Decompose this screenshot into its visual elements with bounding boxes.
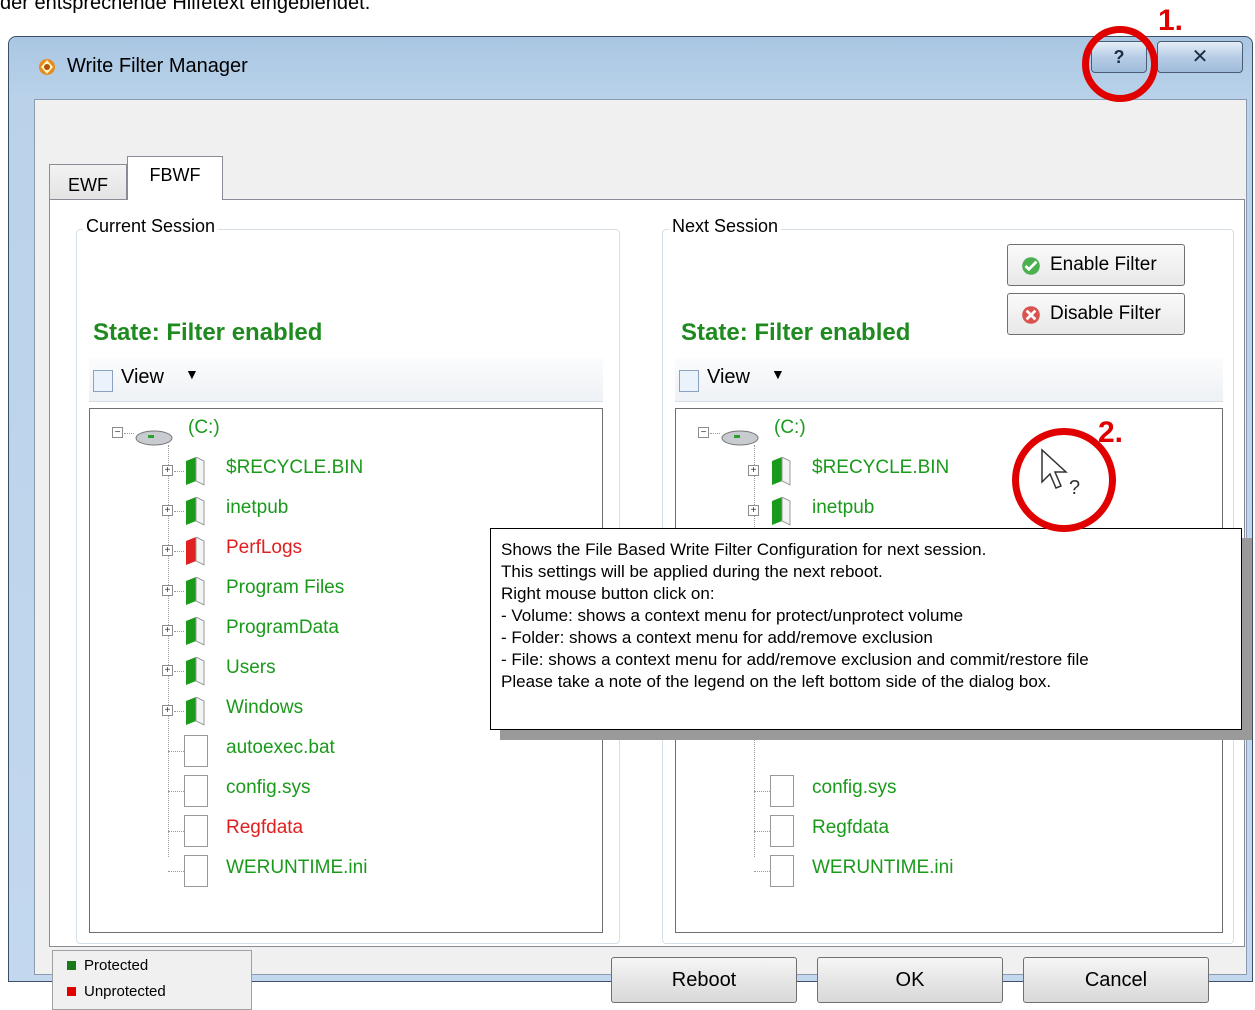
tree-item[interactable]: $RECYCLE.BIN	[226, 457, 363, 479]
app-icon	[39, 59, 55, 75]
file-icon	[184, 735, 208, 767]
tooltip-line: Shows the File Based Write Filter Config…	[501, 540, 987, 559]
legend-box: Protected Unprotected	[52, 950, 252, 1010]
expand-icon[interactable]: +	[162, 665, 173, 676]
tree-item[interactable]: config.sys	[812, 777, 896, 799]
svg-text:?: ?	[1069, 477, 1080, 498]
tree-item[interactable]: WERUNTIME.ini	[812, 857, 953, 879]
reboot-button[interactable]: Reboot	[611, 957, 797, 1003]
tree-item[interactable]: WERUNTIME.ini	[226, 857, 367, 879]
folder-icon	[186, 497, 205, 526]
file-icon	[184, 855, 208, 887]
enable-filter-button[interactable]: Enable Filter	[1007, 244, 1185, 286]
tree-item[interactable]: Regfdata	[226, 817, 303, 839]
tree-item[interactable]: Regfdata	[812, 817, 889, 839]
folder-icon	[186, 697, 205, 726]
disable-filter-icon	[1022, 306, 1040, 324]
file-icon	[184, 775, 208, 807]
ok-button[interactable]: OK	[817, 957, 1003, 1003]
drive-icon	[135, 430, 173, 446]
view-icon	[679, 370, 699, 392]
next-view-toolbar: View ▼	[675, 358, 1223, 402]
expand-icon[interactable]: +	[748, 465, 759, 476]
next-session-label: Next Session	[669, 216, 782, 237]
drive-node[interactable]: (C:)	[774, 417, 806, 439]
folder-icon	[186, 457, 205, 486]
window-title: Write Filter Manager	[67, 55, 248, 77]
drive-node[interactable]: (C:)	[188, 417, 220, 439]
next-state-text: State: Filter enabled	[681, 319, 911, 346]
title-bar[interactable]: Write Filter Manager ? ✕	[9, 37, 1252, 99]
tooltip-line: This settings will be applied during the…	[501, 562, 883, 581]
enable-filter-icon	[1022, 257, 1040, 275]
tree-item[interactable]: Windows	[226, 697, 303, 719]
unprotected-swatch	[67, 987, 76, 996]
tree-item[interactable]: inetpub	[812, 497, 874, 519]
folder-icon	[772, 497, 791, 526]
tooltip-line: Right mouse button click on:	[501, 584, 715, 603]
expand-icon[interactable]: +	[162, 465, 173, 476]
tree-item[interactable]: config.sys	[226, 777, 310, 799]
tab-ewf[interactable]: EWF	[49, 164, 127, 200]
legend-protected: Protected	[67, 957, 148, 974]
folder-icon	[186, 617, 205, 646]
folder-icon	[186, 577, 205, 606]
chevron-down-icon[interactable]: ▼	[185, 366, 199, 382]
collapse-icon[interactable]: −	[112, 427, 123, 438]
tree-item[interactable]: Program Files	[226, 577, 344, 599]
expand-icon[interactable]: +	[162, 705, 173, 716]
tree-item[interactable]: $RECYCLE.BIN	[812, 457, 949, 479]
tooltip-line: - File: shows a context menu for add/rem…	[501, 650, 1089, 669]
folder-icon	[186, 657, 205, 686]
disable-filter-button[interactable]: Disable Filter	[1007, 293, 1185, 335]
collapse-icon[interactable]: −	[698, 427, 709, 438]
protected-swatch	[67, 961, 76, 970]
annotation-1: 1.	[1158, 4, 1184, 37]
tab-fbwf[interactable]: FBWF	[127, 156, 223, 200]
expand-icon[interactable]: +	[748, 505, 759, 516]
folder-icon	[186, 537, 205, 566]
expand-icon[interactable]: +	[162, 545, 173, 556]
current-view-toolbar: View ▼	[89, 358, 603, 402]
top-caption-text: der entsprechende Hilfetext eingeblendet…	[0, 0, 371, 14]
help-tooltip: Shows the File Based Write Filter Config…	[490, 528, 1242, 730]
tooltip-line: - Volume: shows a context menu for prote…	[501, 606, 964, 625]
expand-icon[interactable]: +	[162, 625, 173, 636]
close-button[interactable]: ✕	[1157, 41, 1243, 73]
next-view-button[interactable]: View	[707, 366, 750, 389]
current-view-button[interactable]: View	[121, 366, 164, 389]
view-icon	[93, 370, 113, 392]
expand-icon[interactable]: +	[162, 505, 173, 516]
tree-item[interactable]: PerfLogs	[226, 537, 302, 559]
file-icon	[770, 775, 794, 807]
tree-item[interactable]: Users	[226, 657, 276, 679]
tooltip-line: - Folder: shows a context menu for add/r…	[501, 628, 933, 647]
tree-item[interactable]: inetpub	[226, 497, 288, 519]
chevron-down-icon[interactable]: ▼	[771, 366, 785, 382]
file-icon	[770, 815, 794, 847]
current-session-label: Current Session	[83, 216, 219, 237]
tooltip-line: Please take a note of the legend on the …	[501, 672, 1052, 691]
cancel-button[interactable]: Cancel	[1023, 957, 1209, 1003]
current-state-text: State: Filter enabled	[93, 319, 323, 346]
expand-icon[interactable]: +	[162, 585, 173, 596]
file-icon	[184, 815, 208, 847]
drive-icon	[721, 430, 759, 446]
annotation-circle-1	[1082, 26, 1158, 102]
folder-icon	[772, 457, 791, 486]
help-cursor-icon: ?	[1041, 448, 1080, 498]
tree-item[interactable]: autoexec.bat	[226, 737, 335, 759]
file-icon	[770, 855, 794, 887]
tree-item[interactable]: ProgramData	[226, 617, 339, 639]
